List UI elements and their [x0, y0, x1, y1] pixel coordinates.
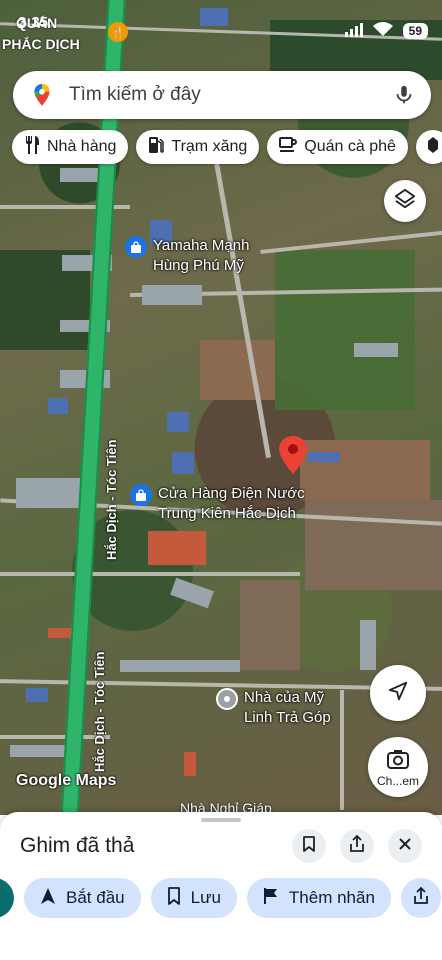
map-building — [172, 452, 194, 474]
share-icon — [413, 886, 429, 910]
coffee-icon — [279, 136, 298, 158]
layers-button[interactable] — [384, 180, 426, 222]
map-road — [340, 690, 344, 810]
signal-icon — [344, 22, 363, 40]
battery-indicator: 59 — [402, 23, 428, 39]
wifi-icon — [372, 22, 393, 40]
shopping-bag-icon — [130, 484, 152, 506]
map-building — [48, 628, 72, 638]
map-building — [308, 452, 340, 462]
map-building — [360, 620, 376, 670]
map-road — [213, 161, 272, 459]
layers-icon — [394, 188, 416, 215]
map-field — [200, 340, 275, 400]
google-maps-logo: Google Maps — [16, 772, 117, 789]
chip-more[interactable] — [415, 130, 442, 164]
action-row: Bắt đầu Lưu Thêm nhãn — [0, 878, 441, 918]
map-building — [170, 577, 214, 609]
gas-station-icon — [148, 136, 165, 159]
drag-handle[interactable] — [201, 818, 241, 822]
map-view[interactable]: Hắc Dịch - Tóc Tiên Hắc Dịch - Tóc Tiên … — [0, 0, 442, 815]
save-bookmark-button[interactable] — [292, 829, 326, 863]
map-building — [184, 752, 196, 776]
map-field — [275, 250, 415, 410]
search-input[interactable]: Tìm kiếm ở đây — [69, 84, 393, 106]
lens-label: Ch...em — [376, 773, 419, 788]
place-nha-cua-my-linh[interactable]: Nhà của Mỹ Linh Trả Góp — [216, 688, 331, 728]
map-field — [240, 580, 300, 670]
close-button[interactable] — [388, 829, 422, 863]
map-label-hac-dich: PHẮC DỊCH — [2, 36, 80, 52]
bookmark-icon — [302, 835, 316, 857]
place-name: Yamaha Mạnh Hùng Phú Mỹ — [153, 237, 250, 274]
previous-action-stub[interactable] — [0, 878, 14, 918]
chip-coffee[interactable]: Quán cà phê — [267, 130, 408, 164]
road-label: Hắc Dịch - Tóc Tiên — [92, 651, 107, 772]
bottom-sheet[interactable]: Ghim đã thả Bắt đầu Lưu Thêm nhãn — [0, 812, 442, 960]
navigation-arrow-icon — [387, 680, 409, 707]
action-label: Thêm nhãn — [288, 888, 375, 907]
place-name: Nhà của Mỹ Linh Trả Góp — [244, 689, 331, 726]
map-field — [305, 500, 442, 590]
action-label: Lưu — [190, 888, 221, 907]
map-building — [48, 398, 68, 414]
chip-gas-station[interactable]: Trạm xăng — [136, 130, 260, 164]
place-yamaha[interactable]: Yamaha Mạnh Hùng Phú Mỹ — [125, 236, 249, 276]
map-road — [0, 572, 300, 576]
microphone-icon[interactable] — [393, 84, 415, 106]
navigation-arrow-icon — [40, 887, 56, 910]
map-building — [10, 745, 70, 757]
map-building — [142, 285, 202, 305]
road-label: Hắc Dịch - Tóc Tiên — [104, 439, 119, 560]
place-name: Cửa Hàng Điện Nước Trung Kiên Hắc Dịch — [158, 485, 305, 522]
category-chips: Nhà hàng Trạm xăng Quán cà phê — [12, 130, 442, 164]
lens-button[interactable]: Ch...em — [368, 737, 428, 797]
chip-restaurant[interactable]: Nhà hàng — [12, 130, 129, 164]
map-building — [148, 531, 206, 565]
map-field — [300, 440, 430, 500]
map-building — [26, 688, 48, 702]
save-button[interactable]: Lưu — [150, 878, 237, 918]
status-time: 3:35 — [18, 14, 49, 31]
map-building — [167, 412, 189, 432]
flag-icon — [263, 887, 279, 910]
chip-label: Quán cà phê — [304, 138, 396, 155]
restaurant-icon — [24, 135, 40, 159]
close-icon — [398, 837, 412, 856]
sheet-title: Ghim đã thả — [20, 834, 135, 857]
shopping-bag-icon — [125, 236, 147, 258]
start-button[interactable]: Bắt đầu — [24, 878, 141, 918]
status-icons: 59 — [344, 22, 428, 40]
my-location-button[interactable] — [370, 665, 426, 721]
camera-lens-icon — [387, 749, 409, 772]
restaurant-map-icon[interactable]: 🍴 — [108, 22, 128, 42]
map-building — [200, 8, 228, 26]
share-icon — [349, 834, 365, 858]
search-bar[interactable]: Tìm kiếm ở đây — [13, 71, 431, 119]
map-building — [120, 660, 240, 672]
share-button[interactable] — [340, 829, 374, 863]
chip-label: Nhà hàng — [47, 138, 117, 155]
place-cua-hang-dien-nuoc[interactable]: Cửa Hàng Điện Nước Trung Kiên Hắc Dịch — [130, 484, 305, 524]
action-label: Bắt đầu — [66, 888, 125, 907]
share-action-button[interactable] — [400, 878, 441, 918]
dropped-pin-icon[interactable] — [279, 436, 307, 479]
map-building — [354, 343, 398, 357]
chip-label: Trạm xăng — [171, 138, 248, 155]
location-dot-icon — [216, 688, 238, 710]
google-maps-pin-icon — [29, 82, 55, 108]
add-label-button[interactable]: Thêm nhãn — [246, 878, 391, 918]
more-category-icon — [426, 136, 440, 159]
bookmark-icon — [167, 886, 181, 910]
